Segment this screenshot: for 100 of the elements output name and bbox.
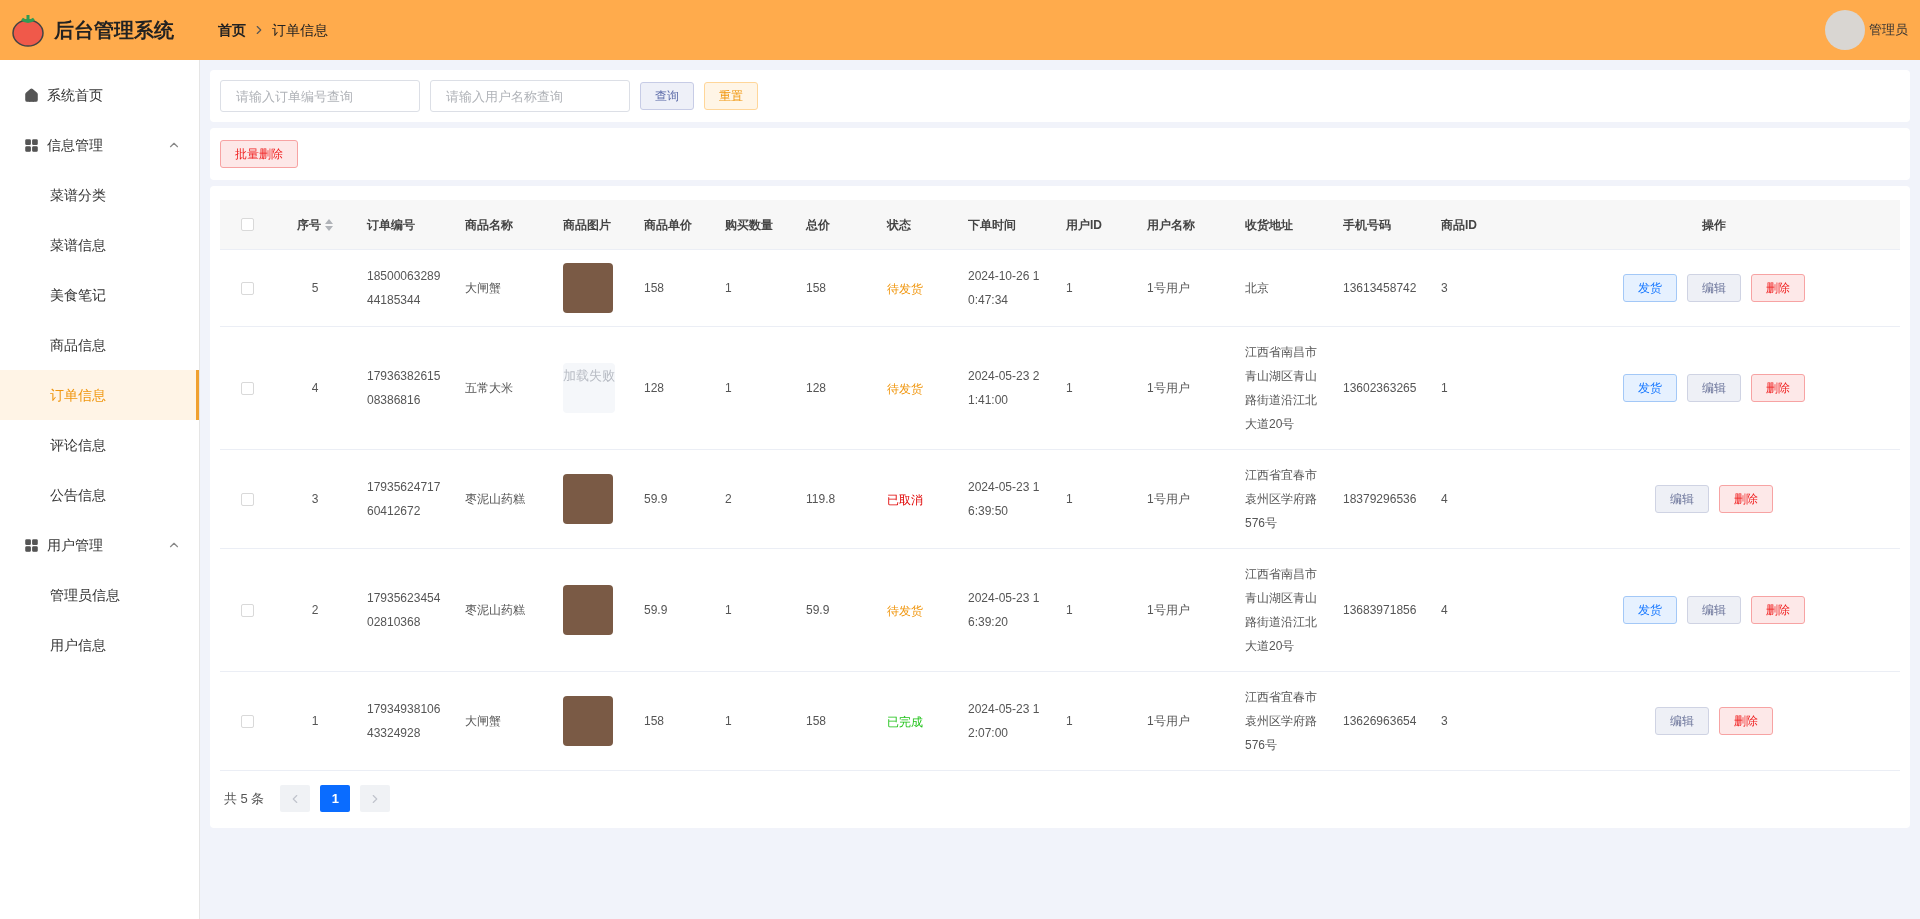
edit-button[interactable]: 编辑: [1686, 374, 1741, 402]
ship-button[interactable]: 发货: [1622, 374, 1677, 402]
column-header: 总价: [806, 216, 830, 234]
table-cell: 1: [1066, 492, 1073, 506]
table-cell: 158: [644, 714, 665, 728]
image-error-text: 加载失败: [563, 368, 615, 383]
table-cell: 1: [1066, 603, 1073, 617]
sidebar-subitem[interactable]: 商品信息: [0, 320, 199, 370]
checkbox[interactable]: [241, 218, 254, 231]
table-cell: 五常大米: [465, 381, 513, 395]
user-name[interactable]: 管理员: [1869, 20, 1908, 40]
sort-icon[interactable]: [325, 218, 333, 231]
photo-placeholder: [563, 263, 613, 313]
delete-button[interactable]: 删除: [1750, 374, 1805, 402]
table-cell: 4: [1441, 492, 1448, 506]
delete-button[interactable]: 删除: [1718, 707, 1773, 735]
table-cell: 大闸蟹: [465, 281, 501, 295]
table-cell: 2: [725, 492, 732, 506]
table-cell: 2024-05-23 12:07:00: [968, 702, 1040, 740]
delete-button[interactable]: 删除: [1718, 485, 1773, 513]
table-cell: 1号用户: [1147, 281, 1190, 295]
search-field[interactable]: 请输入订单编号查询: [220, 80, 420, 112]
search-field[interactable]: 请输入用户名称查询: [430, 80, 630, 112]
sidebar-item[interactable]: 信息管理: [0, 120, 199, 170]
table-cell-text: 2: [311, 602, 319, 619]
table-cell: 128: [806, 381, 827, 395]
table-cell: 3: [1441, 714, 1448, 728]
total-count: 共 5 条: [224, 789, 265, 808]
table-cell: 1: [1066, 714, 1073, 728]
table-cell-text: 1: [311, 713, 319, 730]
sidebar-subitem[interactable]: 菜谱分类: [0, 170, 199, 220]
app-title: 后台管理系统: [54, 18, 175, 43]
edit-button[interactable]: 编辑: [1686, 596, 1741, 624]
grid-icon: [24, 137, 39, 153]
status-text: 待发货: [887, 282, 923, 296]
edit-button[interactable]: 编辑: [1654, 707, 1709, 735]
photo-placeholder: [563, 585, 613, 635]
column-header: 订单编号: [367, 216, 415, 234]
table-cell: 1: [725, 381, 732, 395]
sidebar-subitem[interactable]: 美食笔记: [0, 270, 199, 320]
breadcrumb-item[interactable]: 首页: [218, 19, 246, 41]
table-cell: 1: [725, 281, 732, 295]
table-cell: 128: [644, 381, 665, 395]
column-header: 商品ID: [1441, 216, 1477, 234]
column-header: 手机号码: [1343, 216, 1391, 234]
column-header: 状态: [887, 216, 911, 234]
tomato-logo-icon: [12, 13, 44, 47]
grid-icon: [24, 537, 39, 553]
table-cell: 2024-05-23 16:39:50: [968, 480, 1040, 518]
sidebar-subitem[interactable]: 用户信息: [0, 620, 199, 670]
previous-page-button[interactable]: [280, 785, 311, 812]
page-button[interactable]: 1: [320, 785, 351, 812]
sidebar-subitem[interactable]: 菜谱信息: [0, 220, 199, 270]
column-header: 收货地址: [1245, 216, 1293, 234]
table-cell: 13626963654: [1343, 714, 1417, 728]
delete-button[interactable]: 删除: [1750, 596, 1805, 624]
sidebar-item[interactable]: 用户管理: [0, 520, 199, 570]
delete-button[interactable]: 批量删除: [220, 140, 298, 168]
avatar-photo-placeholder[interactable]: [1825, 10, 1865, 50]
column-header[interactable]: 序号: [297, 215, 321, 234]
sidebar-item[interactable]: 系统首页: [0, 70, 199, 120]
column-header: 商品单价: [644, 216, 692, 234]
delete-button[interactable]: 删除: [1750, 274, 1805, 302]
table-cell: 江西省宜春市袁州区学府路576号: [1245, 468, 1317, 530]
table-cell: 13602363265: [1343, 381, 1417, 395]
table-cell: 59.9: [644, 492, 668, 506]
table-cell: 1: [1441, 381, 1448, 395]
table-cell: 158: [806, 714, 827, 728]
table-cell: 13683971856: [1343, 603, 1417, 617]
ship-button[interactable]: 发货: [1622, 274, 1677, 302]
table-cell: 59.9: [806, 603, 830, 617]
column-header: 购买数量: [725, 216, 773, 234]
checkbox[interactable]: [241, 603, 254, 617]
next-page-button[interactable]: [360, 785, 391, 812]
status-text: 待发货: [887, 604, 923, 618]
edit-button[interactable]: 编辑: [1686, 274, 1741, 302]
ship-button[interactable]: 发货: [1622, 596, 1677, 624]
table-cell: 2024-05-23 16:39:20: [968, 591, 1040, 629]
table-cell: 119.8: [806, 492, 836, 506]
table-cell-text: 5: [311, 280, 319, 297]
checkbox[interactable]: [241, 714, 254, 728]
table-cell: 1: [725, 714, 732, 728]
query-button[interactable]: 查询: [640, 82, 694, 110]
table-cell: 2024-10-26 10:47:34: [968, 269, 1040, 307]
sidebar-subitem[interactable]: 管理员信息: [0, 570, 199, 620]
table-cell: 2024-05-23 21:41:00: [968, 369, 1040, 407]
checkbox[interactable]: [241, 492, 254, 506]
status-text: 待发货: [887, 382, 923, 396]
photo-placeholder: [563, 474, 613, 524]
table-cell: 大闸蟹: [465, 714, 501, 728]
checkbox[interactable]: [241, 381, 254, 395]
checkbox[interactable]: [241, 281, 254, 295]
table-cell-text: 4: [311, 380, 319, 397]
sidebar-subitem[interactable]: 公告信息: [0, 470, 199, 520]
table-cell: 59.9: [644, 603, 668, 617]
photo-placeholder: [563, 696, 613, 746]
edit-button[interactable]: 编辑: [1654, 485, 1709, 513]
table-cell: 江西省宜春市袁州区学府路576号: [1245, 690, 1317, 752]
status-text: 已完成: [887, 715, 923, 729]
sidebar-subitem[interactable]: 评论信息: [0, 420, 199, 470]
